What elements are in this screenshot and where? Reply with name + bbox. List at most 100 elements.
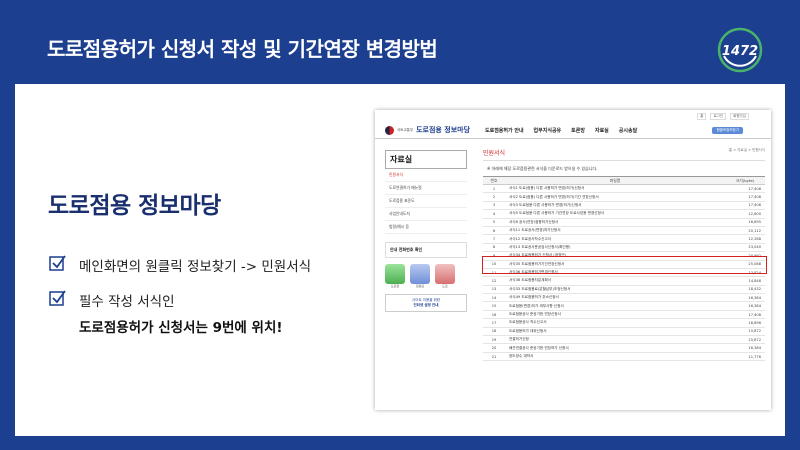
nav-item[interactable]: 도로점용허가 안내 bbox=[485, 127, 524, 134]
table-row[interactable]: 4 서식5 도로점용 다른 사용허가 기간연장 도로사업용 변경신청서 12,800 bbox=[483, 209, 765, 219]
file-name-link[interactable]: 서식49 도로점용허가 취소신청서 bbox=[505, 293, 725, 303]
login-link[interactable]: 로그인 bbox=[710, 113, 727, 120]
table-row[interactable]: 7 서식12 도로공사착수신고서 12,288 bbox=[483, 234, 765, 244]
quick-icons bbox=[385, 264, 467, 284]
file-size: 12,800 bbox=[725, 209, 765, 219]
table-row[interactable]: 14 서식49 도로점용허가 취소신청서 16,384 bbox=[483, 293, 765, 303]
file-name-link[interactable]: 배관연결공사 준공기한 연장허가 신청서 bbox=[505, 343, 725, 353]
nav-item[interactable]: 공시송달 bbox=[619, 127, 637, 134]
sidebar-item[interactable]: 도로점용 표준도 bbox=[385, 195, 467, 208]
quick-icon-label: 점용료 bbox=[415, 284, 425, 288]
table-row[interactable]: 6 서식11 도로공사(변경)허가신청서 20,112 bbox=[483, 226, 765, 236]
site-brand[interactable]: 국토교통부 도로점용 정보마당 bbox=[385, 125, 470, 135]
table-row[interactable]: 12 서식38 도로점용처분계획서 14,848 bbox=[483, 276, 765, 286]
table-row[interactable]: 15 도로점용(변경)허가 세부사항 신청서 16,384 bbox=[483, 301, 765, 311]
checkbox-icon bbox=[49, 290, 66, 306]
row-number: 15 bbox=[483, 301, 505, 311]
row-number: 1 bbox=[483, 184, 505, 194]
nav-item[interactable]: 업무지식공유 bbox=[534, 127, 562, 134]
fee-icon[interactable] bbox=[410, 264, 430, 284]
file-size: 16,384 bbox=[725, 301, 765, 311]
nav-item[interactable]: 자료실 bbox=[595, 127, 609, 134]
file-name-link[interactable]: 서식13 도로공사준공검사신청서(확인용) bbox=[505, 243, 725, 253]
file-name-link[interactable]: 서식5 도로점용 다른 사용허가 기간연장 도로사업용 변경신청서 bbox=[505, 209, 725, 219]
file-name-link[interactable]: 도로점용허가 대위신청서 bbox=[505, 327, 725, 337]
file-name-link[interactable]: 서식6 공사(연장)점용허가신청서 bbox=[505, 218, 725, 227]
file-name-link[interactable]: 연결허가신청 bbox=[505, 335, 725, 345]
phone-info-box[interactable]: 안내 전화번호 확인 bbox=[385, 242, 467, 258]
file-name-link[interactable]: 양도양수 계약서 bbox=[505, 352, 725, 362]
file-size: 14,848 bbox=[725, 276, 765, 286]
file-size: 20,112 bbox=[725, 226, 765, 236]
file-size: 16,384 bbox=[725, 343, 765, 353]
nav-divider bbox=[375, 138, 771, 139]
file-size: 15,872 bbox=[725, 327, 765, 337]
row-number: 12 bbox=[483, 276, 505, 286]
file-name-link[interactable]: 도로점용공사 착수신고서 bbox=[505, 318, 725, 328]
sidebar-item[interactable]: 도로연결허가 매뉴얼 bbox=[385, 182, 467, 195]
row-number: 16 bbox=[483, 310, 505, 320]
file-name-link[interactable]: 도로점용(변경)허가 세부사항 신청서 bbox=[505, 301, 725, 311]
one-click-button[interactable]: 원클릭정보찾기 bbox=[712, 127, 743, 134]
file-name-link[interactable]: 서식12 도로공사착수신고서 bbox=[505, 234, 725, 244]
table-row[interactable]: 19 연결허가신청 15,872 bbox=[483, 335, 765, 345]
row-number: 19 bbox=[483, 335, 505, 345]
road-icon[interactable] bbox=[385, 264, 405, 284]
column-header: 번호 bbox=[483, 176, 505, 185]
banner-line: 인터넷 설정 안내 bbox=[413, 303, 439, 307]
website-screenshot: 홈 로그인 회원가입 국토교통부 도로점용 정보마당 도로점용허가 안내 업무지… bbox=[375, 110, 771, 410]
table-row[interactable]: 1 서식1 도로(점용) 다른 사용허가 변경(허가)신청서 17,408 bbox=[483, 184, 765, 194]
table-row[interactable]: 21 양도양수 계약서 11,776 bbox=[483, 352, 765, 362]
file-name-link[interactable]: 도로점용공사 준공기한 연장신청서 bbox=[505, 310, 725, 320]
table-row[interactable]: 3 서식3 도로점용 다른 사용허가 변경(허가)신청서 17,408 bbox=[483, 201, 765, 211]
table-header-row: 번호 파일명 크기(byte) bbox=[483, 176, 765, 185]
sidebar-item[interactable]: 사업안내도지 bbox=[385, 208, 467, 221]
file-size: 23,040 bbox=[725, 243, 765, 253]
gov-emblem-icon bbox=[385, 125, 394, 135]
table-row[interactable]: 8 서식13 도로공사준공검사신청서(확인용) 23,040 bbox=[483, 243, 765, 253]
row-number: 6 bbox=[483, 226, 505, 236]
file-size: 17,408 bbox=[725, 184, 765, 194]
table-row[interactable]: 2 서식2 도로(점용) 다른 사용허가 변경(허가)기간 연장신청서 17,408 bbox=[483, 192, 765, 202]
file-name-link[interactable]: 서식3 도로점용 다른 사용허가 변경(허가)신청서 bbox=[505, 201, 725, 211]
file-name-link[interactable]: 서식33 도로점용료(분할납부)조정신청서 bbox=[505, 285, 725, 295]
file-name-link[interactable]: 서식1 도로(점용) 다른 사용허가 변경(허가)신청서 bbox=[505, 184, 725, 194]
sidebar: 자료실 민원서식 도로연결허가 매뉴얼 도로점용 표준도 사업안내도지 법령/예… bbox=[385, 150, 467, 312]
gov-label: 국토교통부 bbox=[397, 127, 414, 132]
file-name-link[interactable]: 서식2 도로(점용) 다른 사용허가 변경(허가)기간 연장신청서 bbox=[505, 192, 725, 202]
row-number: 7 bbox=[483, 234, 505, 244]
row-number: 5 bbox=[483, 218, 505, 227]
1472-logo-icon: 1472 bbox=[717, 27, 763, 73]
sidebar-item-forms[interactable]: 민원서식 bbox=[385, 169, 467, 182]
bullet-text: 메인화면의 원클릭 정보찾기 -> 민원서식 bbox=[79, 259, 312, 275]
sidebar-title: 자료실 bbox=[385, 150, 467, 169]
table-row[interactable]: 16 도로점용공사 준공기한 연장신청서 17,408 bbox=[483, 310, 765, 320]
file-name-link[interactable]: 서식38 도로점용처분계획서 bbox=[505, 276, 725, 286]
nav-item[interactable]: 토론방 bbox=[571, 127, 585, 134]
column-header: 크기(byte) bbox=[725, 176, 765, 185]
file-size: 17,408 bbox=[725, 310, 765, 320]
file-size: 16,384 bbox=[725, 293, 765, 303]
sidebar-item[interactable]: 법령/예시 등 bbox=[385, 221, 467, 234]
file-size: 11,776 bbox=[725, 352, 765, 362]
signup-link[interactable]: 회원가입 bbox=[730, 113, 749, 120]
table-row[interactable]: 5 서식6 공사(연장)점용허가신청서 16,895 bbox=[483, 218, 765, 227]
slide-title: 도로점용허가 신청서 작성 및 기간연장 변경방법 bbox=[47, 37, 438, 61]
file-size: 12,288 bbox=[725, 234, 765, 244]
file-name-link[interactable]: 서식11 도로공사(변경)허가신청서 bbox=[505, 226, 725, 236]
calculator-icon[interactable] bbox=[435, 264, 455, 284]
file-size: 17,408 bbox=[725, 201, 765, 211]
breadcrumb: 홈 > 자료실 > 민원서식 bbox=[728, 148, 765, 152]
table-row[interactable]: 20 배관연결공사 준공기한 연장허가 신청서 16,384 bbox=[483, 343, 765, 353]
checkbox-icon bbox=[49, 255, 66, 271]
quick-icon-label: 도로 bbox=[442, 284, 448, 288]
table-row[interactable]: 18 도로점용허가 대위신청서 15,872 bbox=[483, 327, 765, 337]
home-link[interactable]: 홈 bbox=[697, 113, 707, 120]
internet-setting-banner[interactable]: 사이트 이용을 위한 인터넷 설정 안내 bbox=[385, 294, 467, 312]
table-row[interactable]: 17 도로점용공사 착수신고서 16,896 bbox=[483, 318, 765, 328]
highlight-box bbox=[482, 255, 767, 274]
column-header: 파일명 bbox=[505, 176, 725, 185]
table-row[interactable]: 13 서식33 도로점용료(분할납부)조정신청서 18,432 bbox=[483, 285, 765, 295]
main-nav: 도로점용허가 안내 업무지식공유 토론방 자료실 공시송달 bbox=[485, 127, 637, 134]
section-heading: 도로점용 정보마당 bbox=[48, 193, 221, 219]
